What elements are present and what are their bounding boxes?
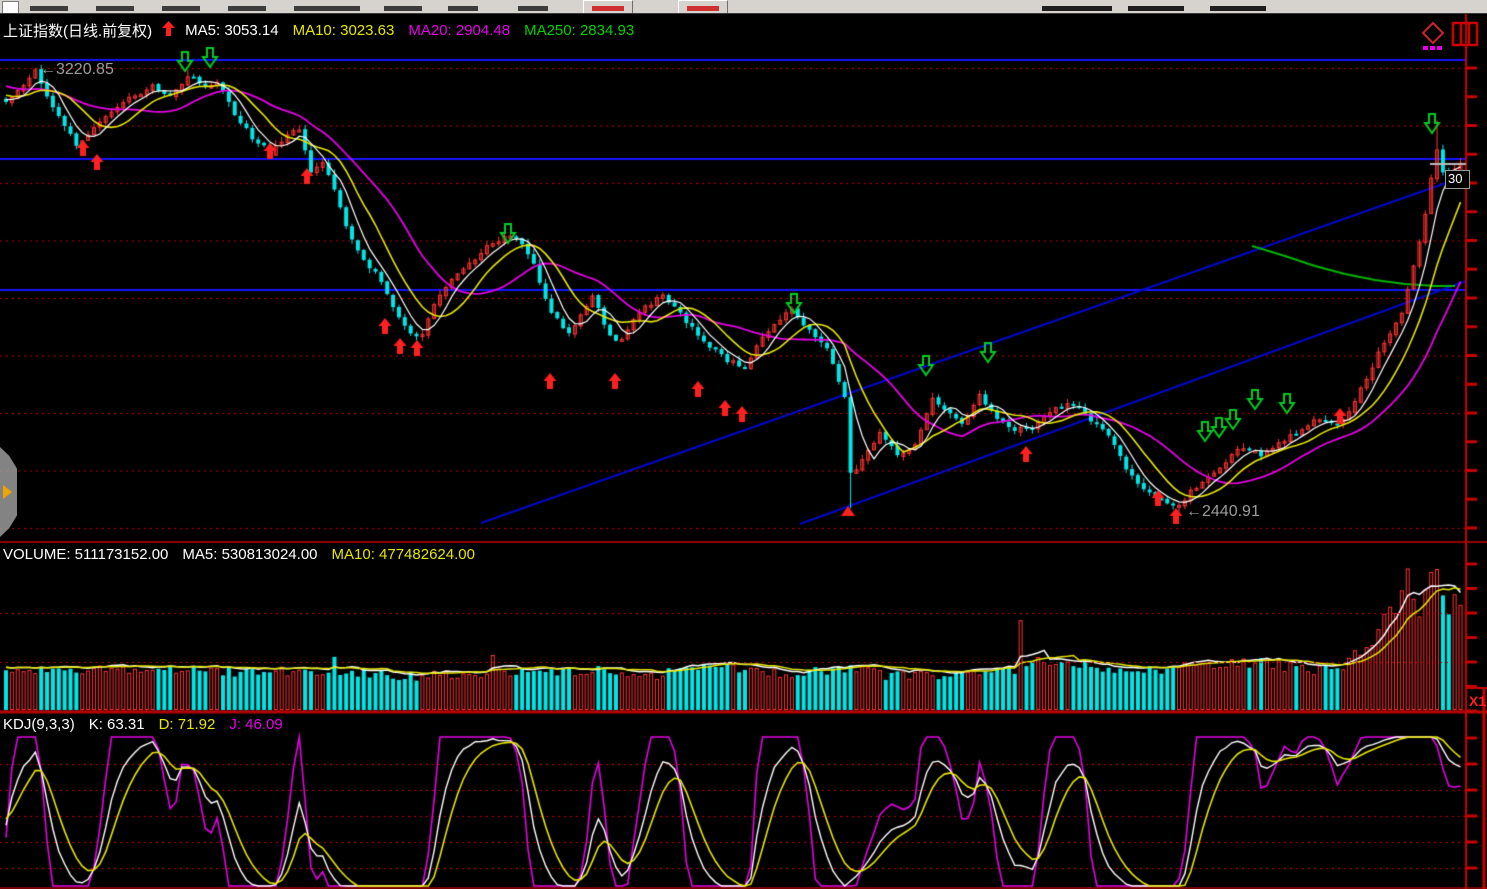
- low-price-marker: ←2440.91: [1186, 503, 1260, 521]
- toolbar-item[interactable]: [1128, 6, 1184, 11]
- high-price-marker: ←3220.85: [40, 61, 114, 79]
- toolbar-item[interactable]: [294, 6, 360, 11]
- diamond-icon[interactable]: [1421, 21, 1445, 56]
- ma5-label: MA5: 3053.14: [185, 22, 278, 39]
- top-toolbar[interactable]: [0, 0, 1487, 14]
- kdj-j-value: J: 46.09: [229, 716, 282, 733]
- toolbar-item[interactable]: [1042, 6, 1112, 11]
- ma10-label: MA10: 3023.63: [293, 22, 395, 39]
- chart-canvas[interactable]: [0, 0, 1487, 889]
- toolbar-item[interactable]: [518, 6, 548, 11]
- toolbar-item[interactable]: [1210, 6, 1266, 11]
- last-price-axis-label: 30: [1445, 170, 1470, 189]
- toolbar-item[interactable]: [384, 6, 422, 11]
- toolbar-item[interactable]: [228, 6, 266, 11]
- x1-indicator-label: X1: [1469, 693, 1486, 709]
- symbol-title: 上证指数(日线.前复权): [3, 20, 152, 41]
- volume-ma5-label: MA5: 530813024.00: [182, 546, 317, 563]
- ma20-label: MA20: 2904.48: [408, 22, 510, 39]
- file-icon[interactable]: [2, 1, 19, 14]
- toolbar-button[interactable]: [583, 0, 633, 14]
- toolbar-item[interactable]: [448, 6, 478, 11]
- toolbar-item[interactable]: [96, 6, 134, 11]
- kdj-d-value: D: 71.92: [159, 716, 216, 733]
- kdj-label: KDJ(9,3,3): [3, 716, 75, 733]
- expand-right-icon: [3, 485, 12, 499]
- kdj-k-value: K: 63.31: [89, 716, 145, 733]
- volume-label: VOLUME: 511173152.00: [3, 546, 168, 563]
- up-arrow-icon: [162, 21, 175, 40]
- volume-ma10-label: MA10: 477482624.00: [332, 546, 475, 563]
- trading-app-window: { "colors":{"background":"#000000","up_c…: [0, 0, 1487, 889]
- ma250-label: MA250: 2834.93: [524, 22, 634, 39]
- toolbar-button[interactable]: [678, 0, 728, 14]
- toolbar-item[interactable]: [30, 6, 68, 11]
- window-icon[interactable]: [1451, 21, 1479, 56]
- toolbar-item[interactable]: [162, 6, 200, 11]
